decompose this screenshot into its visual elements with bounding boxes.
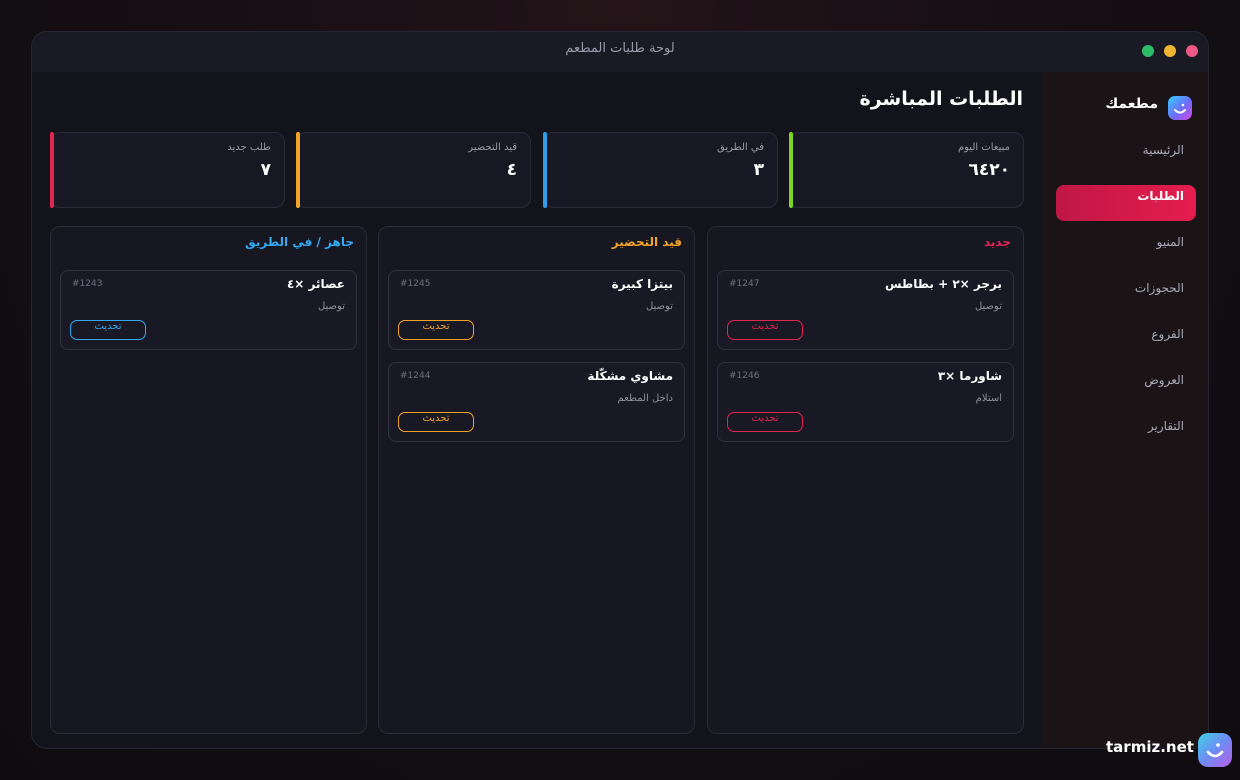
sidebar-item-menu[interactable]: المنيو <box>1056 224 1196 260</box>
stat-value: ٧ <box>260 160 271 180</box>
order-title: مشاوي مشكّلة <box>587 369 673 383</box>
order-card[interactable]: شاورما ×٣ #1246 استلام تحديث <box>717 362 1014 442</box>
stat-label: قيد التحضير <box>468 142 517 153</box>
brand-logo-icon <box>1168 96 1192 120</box>
order-id: #1247 <box>729 279 760 289</box>
stat-card-on-the-way: في الطريق ٣ <box>543 132 778 208</box>
column-title: جديد <box>983 235 1011 249</box>
stat-value: ٤ <box>506 160 517 180</box>
stat-value: ٣ <box>753 160 764 180</box>
close-button[interactable] <box>1186 45 1198 57</box>
stat-label: في الطريق <box>717 142 764 153</box>
order-type: استلام <box>975 393 1002 404</box>
stat-value: ٦٤٢٠ <box>968 160 1010 180</box>
watermark-logo-icon <box>1198 733 1232 767</box>
sidebar-item-label: المنيو <box>1156 235 1184 249</box>
app-window: لوحة طلبات المطعم مطعمك الرئيسية الطلبات… <box>31 31 1209 749</box>
column-title: قيد التحضير <box>611 235 682 249</box>
order-title: برجر ×٢ + بطاطس <box>884 277 1002 291</box>
sidebar-item-reports[interactable]: التقارير <box>1056 408 1196 444</box>
order-id: #1246 <box>729 371 760 381</box>
column-preparing: قيد التحضير بيتزا كبيرة #1245 توصيل تحدي… <box>378 226 695 734</box>
order-id: #1245 <box>400 279 431 289</box>
order-id: #1244 <box>400 371 431 381</box>
stat-accent-bar <box>296 132 300 208</box>
stat-card-new-orders: طلب جديد ٧ <box>50 132 285 208</box>
update-button[interactable]: تحديث <box>70 320 146 340</box>
update-button[interactable]: تحديث <box>398 412 474 432</box>
order-card[interactable]: عصائر ×٤ #1243 توصيل تحديث <box>60 270 357 350</box>
order-card[interactable]: مشاوي مشكّلة #1244 داخل المطعم تحديث <box>388 362 685 442</box>
minimize-button[interactable] <box>1164 45 1176 57</box>
sidebar-item-label: الحجوزات <box>1134 281 1184 295</box>
brand-name: مطعمك <box>1105 96 1158 112</box>
stat-accent-bar <box>543 132 547 208</box>
window-title: لوحة طلبات المطعم <box>565 41 675 56</box>
stat-accent-bar <box>50 132 54 208</box>
stat-label: مبيعات اليوم <box>957 142 1010 153</box>
column-new: جديد برجر ×٢ + بطاطس #1247 توصيل تحديث ش… <box>707 226 1024 734</box>
order-type: داخل المطعم <box>617 393 673 404</box>
sidebar-item-label: العروض <box>1144 373 1184 387</box>
page-title: الطلبات المباشرة <box>859 88 1023 110</box>
sidebar-item-home[interactable]: الرئيسية <box>1056 132 1196 168</box>
order-card[interactable]: برجر ×٢ + بطاطس #1247 توصيل تحديث <box>717 270 1014 350</box>
sidebar-item-branches[interactable]: الفروع <box>1056 316 1196 352</box>
stat-card-preparing: قيد التحضير ٤ <box>296 132 531 208</box>
order-title: بيتزا كبيرة <box>611 277 673 291</box>
column-ready: جاهز / في الطريق عصائر ×٤ #1243 توصيل تح… <box>50 226 367 734</box>
sidebar-item-offers[interactable]: العروض <box>1056 362 1196 398</box>
column-title: جاهز / في الطريق <box>245 235 354 249</box>
maximize-button[interactable] <box>1142 45 1154 57</box>
sidebar-item-label: الفروع <box>1151 327 1184 341</box>
order-id: #1243 <box>72 279 103 289</box>
sidebar-item-orders[interactable]: الطلبات <box>1056 185 1196 221</box>
order-title: عصائر ×٤ <box>286 277 345 291</box>
update-button[interactable]: تحديث <box>398 320 474 340</box>
order-title: شاورما ×٣ <box>937 369 1002 383</box>
order-card[interactable]: بيتزا كبيرة #1245 توصيل تحديث <box>388 270 685 350</box>
sidebar: مطعمك الرئيسية الطلبات المنيو الحجوزات ا… <box>1041 72 1208 748</box>
sidebar-item-label: التقارير <box>1147 419 1184 433</box>
sidebar-item-reservations[interactable]: الحجوزات <box>1056 270 1196 306</box>
order-type: توصيل <box>974 301 1002 312</box>
stat-label: طلب جديد <box>227 142 271 153</box>
order-type: توصيل <box>645 301 673 312</box>
sidebar-item-label: الطلبات <box>1137 189 1184 203</box>
sidebar-item-label: الرئيسية <box>1142 143 1184 157</box>
watermark-text: tarmiz.net <box>1106 738 1194 756</box>
main-content: الطلبات المباشرة مبيعات اليوم ٦٤٢٠ في ال… <box>32 72 1041 748</box>
update-button[interactable]: تحديث <box>727 320 803 340</box>
title-bar: لوحة طلبات المطعم <box>32 32 1208 72</box>
order-type: توصيل <box>317 301 345 312</box>
update-button[interactable]: تحديث <box>727 412 803 432</box>
stat-accent-bar <box>789 132 793 208</box>
stat-card-sales: مبيعات اليوم ٦٤٢٠ <box>789 132 1024 208</box>
